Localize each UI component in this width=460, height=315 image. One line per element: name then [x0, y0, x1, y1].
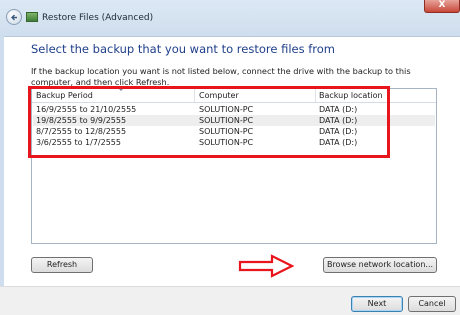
- page-title: Select the backup that you want to resto…: [31, 42, 335, 56]
- refresh-button[interactable]: Refresh: [31, 257, 93, 273]
- cancel-button[interactable]: Cancel: [408, 296, 456, 312]
- window-title: Restore Files (Advanced): [42, 13, 154, 23]
- next-button[interactable]: Next: [351, 296, 403, 312]
- red-highlight-box: [28, 86, 390, 158]
- back-button[interactable]: [6, 9, 22, 25]
- red-arrow-icon: [238, 254, 294, 278]
- browse-network-location-button[interactable]: Browse network location...: [323, 257, 437, 273]
- close-button[interactable]: X: [424, 0, 460, 13]
- title-bar: Restore Files (Advanced) X: [0, 0, 460, 37]
- window-frame: [0, 36, 4, 314]
- close-icon: X: [438, 0, 446, 10]
- instructions-text: If the backup location you want is not l…: [31, 66, 411, 87]
- backup-app-icon: [26, 12, 38, 22]
- back-arrow-icon: [11, 14, 17, 21]
